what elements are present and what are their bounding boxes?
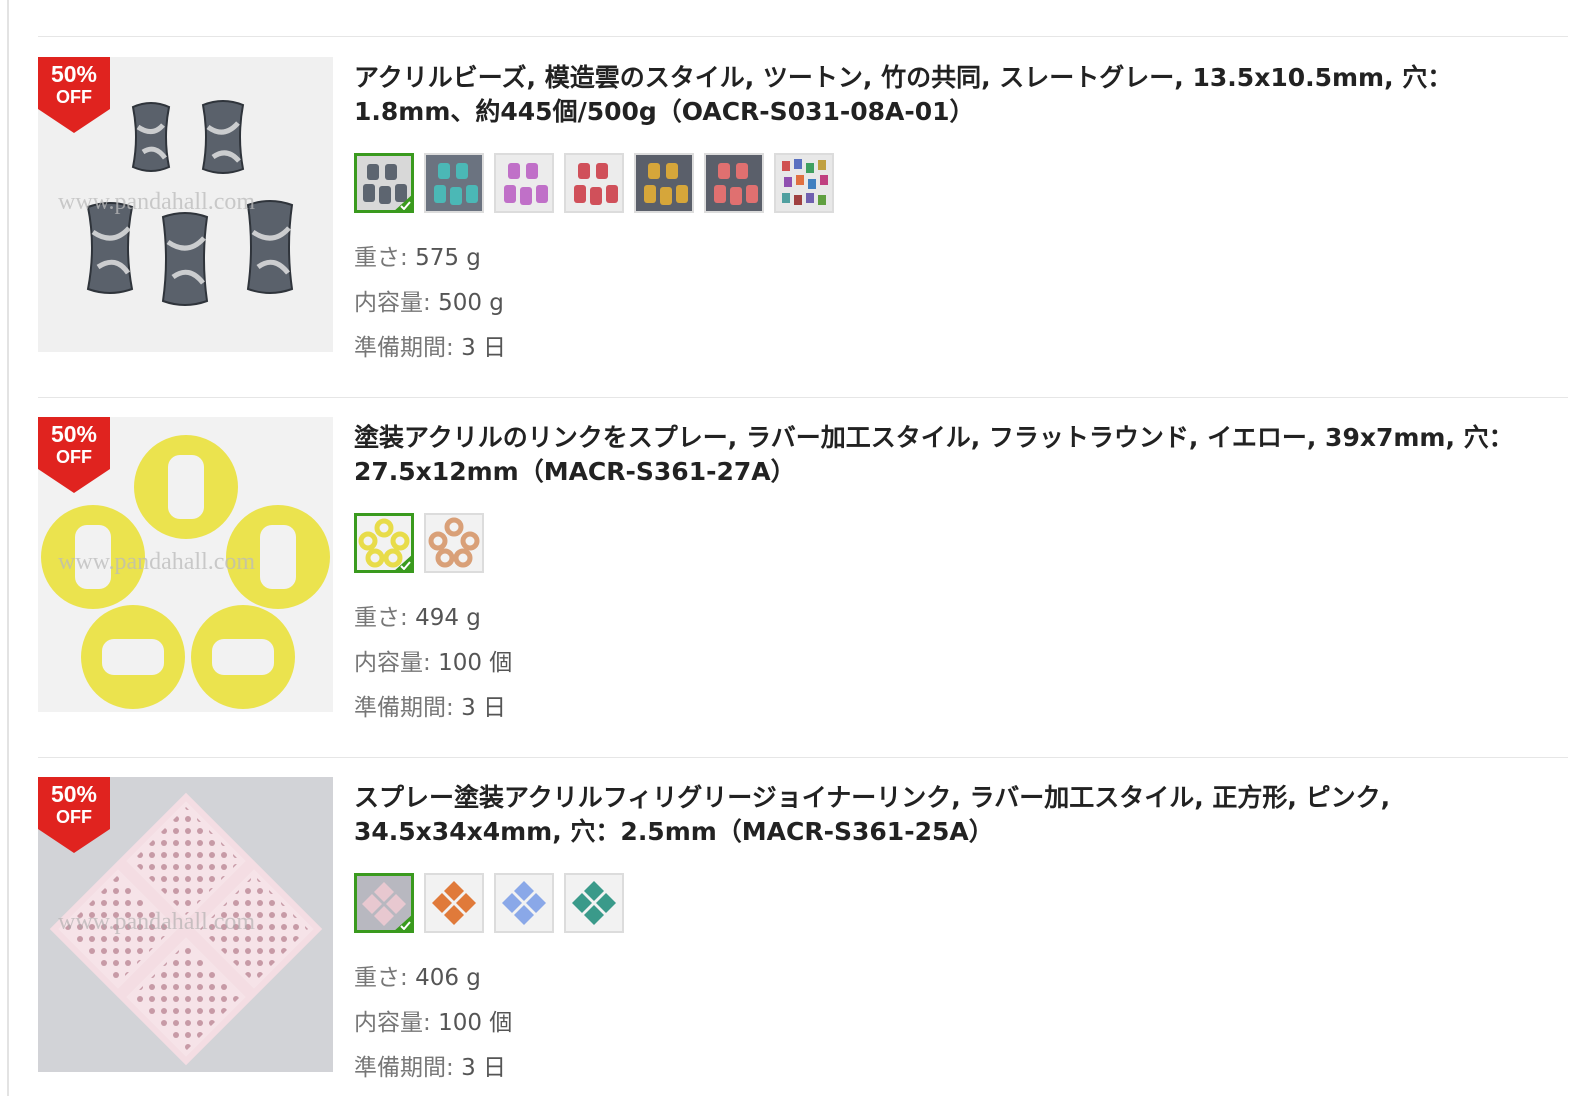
- swatch-option[interactable]: [774, 153, 834, 213]
- capacity-value: 500 g: [438, 290, 504, 316]
- weight-label: 重さ:: [354, 965, 416, 991]
- capacity-value: 100 個: [438, 650, 513, 676]
- lead-time-row: 準備期間: 3 日: [354, 693, 506, 723]
- lead-time-row: 準備期間: 3 日: [354, 333, 506, 363]
- lead-time-label: 準備期間:: [354, 1055, 462, 1081]
- capacity-label: 内容量:: [354, 650, 439, 676]
- discount-badge: 50% OFF: [38, 57, 110, 133]
- product-image[interactable]: www.pandahall.com 50% OFF: [38, 777, 333, 1072]
- capacity-label: 内容量:: [354, 290, 439, 316]
- badge-percent: 50%: [50, 421, 98, 447]
- badge-off: OFF: [56, 447, 92, 467]
- swatch-option[interactable]: [424, 153, 484, 213]
- discount-badge: 50% OFF: [38, 777, 110, 853]
- badge-off: OFF: [56, 807, 92, 827]
- weight-row: 重さ: 575 g: [354, 243, 481, 273]
- product-title[interactable]: スプレー塗装アクリルフィリグリージョイナーリンク, ラバー加工スタイル, 正方形…: [354, 781, 1554, 849]
- check-icon: [395, 915, 411, 930]
- capacity-row: 内容量: 100 個: [354, 1008, 512, 1038]
- product-image[interactable]: www.pandahall.com 50% OFF: [38, 57, 333, 352]
- badge-off: OFF: [56, 87, 92, 107]
- color-swatches: [354, 873, 624, 937]
- lead-time-row: 準備期間: 3 日: [354, 1053, 506, 1083]
- color-swatches: [354, 153, 834, 217]
- capacity-value: 100 個: [438, 1010, 513, 1036]
- product-row: www.pandahall.com 50% OFF アクリルビーズ, 模造雲のス…: [38, 37, 1568, 398]
- swatch-option[interactable]: [704, 153, 764, 213]
- product-row: www.pandahall.com 50% OFF 塗装アクリルのリンクをスプレ…: [38, 397, 1568, 758]
- weight-row: 重さ: 494 g: [354, 603, 481, 633]
- capacity-row: 内容量: 100 個: [354, 648, 512, 678]
- capacity-label: 内容量:: [354, 1010, 439, 1036]
- svg-text:www.pandahall.com: www.pandahall.com: [58, 549, 255, 575]
- lead-time-label: 準備期間:: [354, 695, 462, 721]
- left-divider: [7, 0, 9, 1096]
- badge-percent: 50%: [50, 61, 98, 87]
- swatch-option[interactable]: [354, 513, 414, 573]
- weight-value: 494 g: [415, 605, 481, 631]
- product-image[interactable]: www.pandahall.com 50% OFF: [38, 417, 333, 712]
- product-title[interactable]: アクリルビーズ, 模造雲のスタイル, ツートン, 竹の共同, スレートグレー, …: [354, 61, 1554, 129]
- weight-value: 406 g: [415, 965, 481, 991]
- check-icon: [395, 555, 411, 570]
- weight-label: 重さ:: [354, 605, 416, 631]
- svg-text:www.pandahall.com: www.pandahall.com: [58, 189, 255, 215]
- svg-text:www.pandahall.com: www.pandahall.com: [58, 909, 255, 935]
- swatch-option[interactable]: [564, 153, 624, 213]
- swatch-option[interactable]: [354, 153, 414, 213]
- lead-time-value: 3 日: [461, 695, 507, 721]
- discount-badge: 50% OFF: [38, 417, 110, 493]
- product-row: www.pandahall.com 50% OFF スプレー塗装アクリルフィリグ…: [38, 757, 1568, 1117]
- swatch-option[interactable]: [354, 873, 414, 933]
- weight-value: 575 g: [415, 245, 481, 271]
- swatch-option[interactable]: [424, 873, 484, 933]
- badge-percent: 50%: [50, 781, 98, 807]
- lead-time-value: 3 日: [461, 335, 507, 361]
- product-title[interactable]: 塗装アクリルのリンクをスプレー, ラバー加工スタイル, フラットラウンド, イエ…: [354, 421, 1554, 489]
- weight-row: 重さ: 406 g: [354, 963, 481, 993]
- swatch-option[interactable]: [494, 873, 554, 933]
- weight-label: 重さ:: [354, 245, 416, 271]
- capacity-row: 内容量: 500 g: [354, 288, 504, 318]
- color-swatches: [354, 513, 484, 577]
- swatch-option[interactable]: [494, 153, 554, 213]
- swatch-option[interactable]: [424, 513, 484, 573]
- check-icon: [395, 195, 411, 210]
- swatch-option[interactable]: [564, 873, 624, 933]
- swatch-option[interactable]: [634, 153, 694, 213]
- lead-time-value: 3 日: [461, 1055, 507, 1081]
- lead-time-label: 準備期間:: [354, 335, 462, 361]
